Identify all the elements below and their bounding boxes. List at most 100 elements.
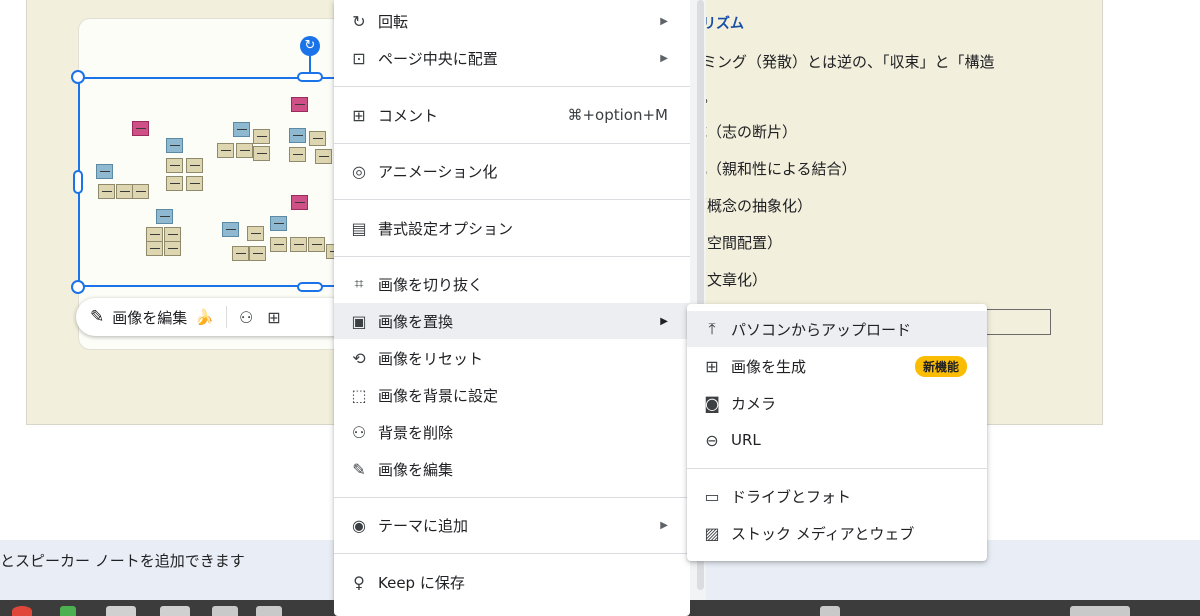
menu-item-label: アニメーション化 <box>378 162 498 181</box>
menu-item-label: カメラ <box>731 394 777 413</box>
remove-background-icon: ⚇ <box>351 422 367 442</box>
menu-item-shortcut: ⌘+option+M <box>567 106 668 124</box>
menu-item-label: ストック メディアとウェブ <box>731 524 915 543</box>
toolbar-divider <box>225 306 227 328</box>
menu-item-label: テーマに追加 <box>378 516 469 535</box>
menu-item-format-options[interactable]: ▤ 書式設定オプション <box>334 210 690 246</box>
menu-item-label: コメント <box>378 106 439 125</box>
replace-image-icon: ▣ <box>351 311 367 331</box>
menu-item-label: 画像をリセット <box>378 349 484 368</box>
resize-handle-left[interactable] <box>73 170 83 194</box>
animation-icon: ◎ <box>352 161 366 181</box>
set-background-icon: ⬚ <box>351 385 367 405</box>
dock-app-icon[interactable] <box>106 606 136 616</box>
menu-item-animate[interactable]: ◎ アニメーション化 <box>334 153 690 189</box>
menu-item-rotate[interactable]: ↻ 回転 ▶ <box>334 3 690 39</box>
menu-item-label: 書式設定オプション <box>378 219 514 238</box>
banana-emoji: 🍌 <box>195 308 214 326</box>
crop-icon: ⌗ <box>354 274 364 293</box>
link-icon: ⊖ <box>705 430 719 450</box>
dock-app-icon[interactable] <box>60 606 76 616</box>
menu-item-label: Keep に保存 <box>378 573 465 592</box>
menu-item-remove-background[interactable]: ⚇ 背景を削除 <box>334 414 690 450</box>
submenu-item-camera[interactable]: ◙ カメラ <box>687 385 987 421</box>
menu-divider <box>334 553 690 554</box>
dock-app-icon[interactable] <box>12 606 32 616</box>
submenu-item-stock-media-and-web[interactable]: ▨ ストック メディアとウェブ <box>687 515 987 551</box>
menu-item-label: 画像を置換 <box>378 312 454 331</box>
slide-heading: リズム <box>702 16 744 32</box>
new-feature-badge: 新機能 <box>914 355 967 377</box>
menu-item-label: ドライブとフォト <box>731 487 852 506</box>
slide-text-line: ミング（発散）とは逆の、「収束」と「構造 <box>702 51 995 72</box>
menu-item-label: ページ中央に配置 <box>378 49 498 68</box>
center-page-icon: ⊡ <box>352 48 366 68</box>
comment-icon: ⊞ <box>352 105 366 125</box>
generate-image-icon: ⊞ <box>705 356 719 376</box>
dock-app-icon[interactable] <box>160 606 190 616</box>
rotate-handle-icon[interactable]: ↻ <box>300 36 320 56</box>
submenu-arrow-icon: ▶ <box>660 315 668 327</box>
menu-item-label: 画像を編集 <box>378 460 454 479</box>
format-paint-icon: ▤ <box>351 218 367 238</box>
submenu-item-upload-from-computer[interactable]: ⤒ パソコンからアップロード <box>687 311 987 347</box>
folder-icon: ▭ <box>704 486 720 506</box>
generate-image-icon[interactable]: ⊞ <box>267 308 280 327</box>
menu-item-label: 画像を生成 <box>731 357 807 376</box>
menu-divider <box>334 256 690 257</box>
edit-image-icon: ✎ <box>352 459 366 479</box>
pencil-sparkle-icon: ✎ <box>90 307 105 327</box>
camera-icon: ◙ <box>704 393 720 413</box>
keep-bulb-icon: ♀ <box>353 572 365 592</box>
menu-divider <box>334 143 690 144</box>
dock-app-icon[interactable] <box>820 606 840 616</box>
upload-icon: ⤒ <box>708 319 716 338</box>
menu-item-center-on-page[interactable]: ⊡ ページ中央に配置 ▶ <box>334 40 690 76</box>
edit-image-button[interactable]: ✎ 画像を編集 🍌 <box>90 307 214 328</box>
resize-handle-top-left[interactable] <box>71 70 85 84</box>
menu-item-label: パソコンからアップロード <box>731 320 912 339</box>
menu-item-set-as-background[interactable]: ⬚ 画像を背景に設定 <box>334 377 690 413</box>
menu-item-reset-image[interactable]: ⟲ 画像をリセット <box>334 340 690 376</box>
submenu-arrow-icon: ▶ <box>660 52 668 64</box>
submenu-item-drive-and-photos[interactable]: ▭ ドライブとフォト <box>687 478 987 514</box>
submenu-item-url[interactable]: ⊖ URL <box>687 422 987 458</box>
slide-text-line-5: （概念の抽象化） <box>692 197 813 215</box>
submenu-arrow-icon: ▶ <box>660 15 668 27</box>
slide-text-line-1: ミング（発散）とは逆の、「収束」と「構造 <box>702 53 995 71</box>
dock-app-icon[interactable] <box>256 606 282 616</box>
menu-item-add-to-theme[interactable]: ◉ テーマに追加 ▶ <box>334 507 690 543</box>
stock-media-icon: ▨ <box>704 523 720 543</box>
palette-icon: ◉ <box>352 515 366 535</box>
menu-item-replace-image[interactable]: ▣ 画像を置換 ▶ <box>334 303 690 339</box>
menu-divider <box>687 468 987 469</box>
menu-item-label: 回転 <box>378 12 409 31</box>
image-edit-toolbar: ✎ 画像を編集 🍌 ⚇ ⊞ <box>76 298 356 336</box>
dock-app-icon[interactable] <box>212 606 238 616</box>
resize-handle-bottom-left[interactable] <box>71 280 85 294</box>
context-menu: ↻ 回転 ▶ ⊡ ページ中央に配置 ▶ ⊞ コメント ⌘+option+M ◎ … <box>334 0 690 616</box>
menu-item-comment[interactable]: ⊞ コメント ⌘+option+M <box>334 97 690 133</box>
menu-item-label: URL <box>731 431 761 449</box>
menu-divider <box>334 86 690 87</box>
menu-item-crop-image[interactable]: ⌗ 画像を切り抜く <box>334 266 690 302</box>
reset-image-icon: ⟲ <box>352 348 366 368</box>
replace-image-submenu: ⤒ パソコンからアップロード ⊞ 画像を生成 新機能 ◙ カメラ ⊖ URL ▭… <box>687 304 987 561</box>
edit-image-label: 画像を編集 <box>112 308 188 327</box>
menu-divider <box>334 497 690 498</box>
menu-item-edit-image[interactable]: ✎ 画像を編集 <box>334 451 690 487</box>
dock-app-icon[interactable] <box>1070 606 1130 616</box>
slide-text-line-3: 成（志の断片） <box>692 123 798 141</box>
remove-background-icon[interactable]: ⚇ <box>239 308 253 327</box>
resize-handle-top[interactable] <box>297 72 323 82</box>
selection-box <box>78 77 338 287</box>
submenu-item-generate-image[interactable]: ⊞ 画像を生成 新機能 <box>687 348 987 384</box>
submenu-arrow-icon: ▶ <box>660 519 668 531</box>
resize-handle-bottom[interactable] <box>297 282 323 292</box>
speaker-notes-placeholder[interactable]: とスピーカー ノートを追加できます <box>0 550 245 571</box>
menu-item-label: 背景を削除 <box>378 423 454 442</box>
menu-item-save-to-keep[interactable]: ♀ Keep に保存 <box>334 564 690 600</box>
menu-divider <box>334 199 690 200</box>
rotate-icon: ↻ <box>352 11 366 31</box>
menu-item-label: 画像を背景に設定 <box>378 386 499 405</box>
